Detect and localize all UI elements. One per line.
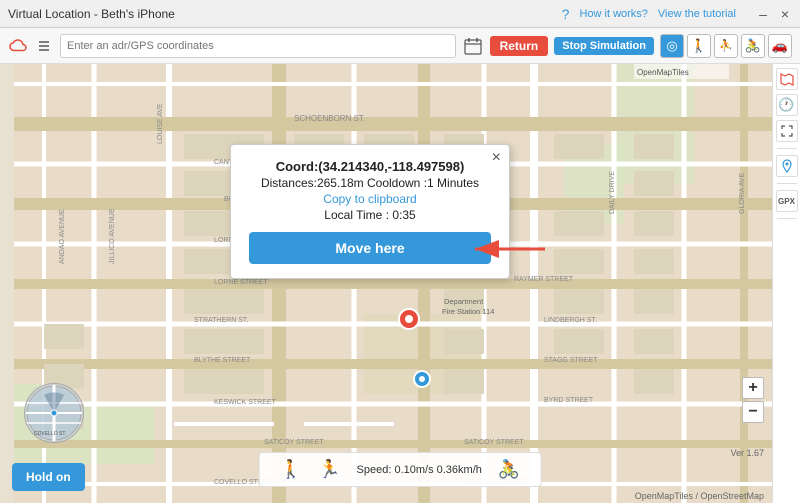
location-popup: × Coord:(34.214340,-118.497598) Distance…: [230, 144, 510, 279]
svg-text:COVELLO ST.: COVELLO ST.: [34, 431, 66, 437]
speed-label: Speed: 0.10m/s 0.36km/h: [357, 464, 482, 476]
zoom-controls: + −: [742, 377, 764, 423]
bike-speed-icon: 🚴: [498, 459, 520, 480]
svg-text:LORNE STREET: LORNE STREET: [214, 279, 268, 286]
svg-text:SATICOY STREET: SATICOY STREET: [464, 439, 524, 446]
map-icon-btn[interactable]: [776, 68, 798, 90]
zoom-in-button[interactable]: +: [742, 377, 764, 399]
location-pin-blue: [414, 371, 430, 387]
run-speed-icon: 🏃: [318, 459, 340, 480]
zoom-out-button[interactable]: −: [742, 401, 764, 423]
hold-on-button[interactable]: Hold on: [12, 463, 85, 491]
svg-text:SCHOENBORN ST.: SCHOENBORN ST.: [294, 114, 365, 123]
app-title: Virtual Location - Beth's iPhone: [8, 7, 175, 21]
svg-text:BYRD STREET: BYRD STREET: [544, 397, 594, 404]
sidebar-divider: [777, 148, 797, 149]
pin-icon-btn[interactable]: [776, 155, 798, 177]
bike-mode-btn[interactable]: 🚴: [741, 34, 765, 58]
gpx-btn[interactable]: GPX: [776, 190, 798, 212]
view-tutorial-link[interactable]: View the tutorial: [658, 8, 736, 20]
map-background[interactable]: SCHOENBORN ST. BURTON STREET CANTARA STR…: [0, 64, 800, 503]
how-it-works-link[interactable]: How it works?: [579, 8, 647, 20]
svg-text:Department: Department: [444, 297, 484, 306]
close-button[interactable]: ×: [778, 7, 792, 21]
toolbar: Return Stop Simulation ◎ 🚶 ⛹ 🚴 🚗: [0, 28, 800, 64]
svg-text:KESWICK STREET: KESWICK STREET: [214, 399, 277, 406]
sidebar-divider3: [777, 218, 797, 219]
map-mode-controls: ◎ 🚶 ⛹ 🚴 🚗: [660, 34, 792, 58]
svg-text:STRATHERN ST.: STRATHERN ST.: [194, 317, 248, 324]
svg-text:RAYMER STREET: RAYMER STREET: [514, 276, 574, 283]
window-controls: – ×: [756, 7, 792, 21]
clock-icon-btn[interactable]: 🕐: [776, 94, 798, 116]
svg-text:OpenMapTiles: OpenMapTiles: [637, 68, 689, 77]
svg-text:Fire Station 114: Fire Station 114: [442, 307, 494, 316]
question-icon: ?: [562, 6, 570, 22]
list-icon[interactable]: [34, 36, 54, 56]
gps-input[interactable]: [60, 34, 456, 58]
svg-text:LOUISE AVE: LOUISE AVE: [157, 103, 164, 144]
popup-close-button[interactable]: ×: [492, 149, 501, 167]
cloud-icon[interactable]: [8, 36, 28, 56]
svg-text:DAILY DRIVE: DAILY DRIVE: [609, 171, 616, 214]
walk-mode-btn[interactable]: 🚶: [687, 34, 711, 58]
walk-speed-icon: 🚶: [280, 459, 302, 480]
move-here-button[interactable]: Move here: [249, 232, 491, 264]
svg-text:STAGG STREET: STAGG STREET: [544, 357, 598, 364]
svg-text:LINDBERGH ST.: LINDBERGH ST.: [544, 317, 597, 324]
svg-text:SATICOY STREET: SATICOY STREET: [264, 439, 324, 446]
location-mode-btn[interactable]: ◎: [660, 34, 684, 58]
main-area: SCHOENBORN ST. BURTON STREET CANTARA STR…: [0, 64, 800, 503]
calendar-icon[interactable]: [462, 35, 484, 57]
map-attribution: OpenMapTiles / OpenStreetMap: [635, 491, 764, 501]
copy-to-clipboard-button[interactable]: Copy to clipboard: [249, 192, 491, 206]
titlebar: Virtual Location - Beth's iPhone ? How i…: [0, 0, 800, 28]
location-pin-red: [399, 309, 419, 329]
popup-local-time: Local Time : 0:35: [249, 208, 491, 222]
svg-text:ANDAO AVENUE: ANDAO AVENUE: [59, 209, 66, 264]
minimap-compass: COVELLO ST.: [24, 383, 84, 443]
minimize-button[interactable]: –: [756, 7, 770, 21]
stop-simulation-button[interactable]: Stop Simulation: [554, 37, 654, 55]
svg-text:JILLICO AVENUE: JILLICO AVENUE: [109, 208, 116, 264]
right-sidebar: 🕐 GPX: [772, 64, 800, 503]
version-label: Ver 1.67: [730, 448, 764, 458]
popup-coordinates: Coord:(34.214340,-118.497598): [249, 159, 491, 174]
titlebar-left: Virtual Location - Beth's iPhone: [8, 7, 175, 21]
svg-text:BLYTHE STREET: BLYTHE STREET: [194, 357, 251, 364]
popup-distances: Distances:265.18m Cooldown :1 Minutes: [249, 176, 491, 190]
return-button[interactable]: Return: [490, 36, 549, 56]
speed-bar: 🚶 🏃 Speed: 0.10m/s 0.36km/h 🚴: [259, 452, 542, 487]
titlebar-right: ? How it works? View the tutorial – ×: [562, 6, 792, 22]
jump-mode-btn[interactable]: ⛹: [714, 34, 738, 58]
car-mode-btn[interactable]: 🚗: [768, 34, 792, 58]
svg-text:GLORIA AVE: GLORIA AVE: [739, 173, 746, 214]
sidebar-divider2: [777, 183, 797, 184]
expand-icon-btn[interactable]: [776, 120, 798, 142]
